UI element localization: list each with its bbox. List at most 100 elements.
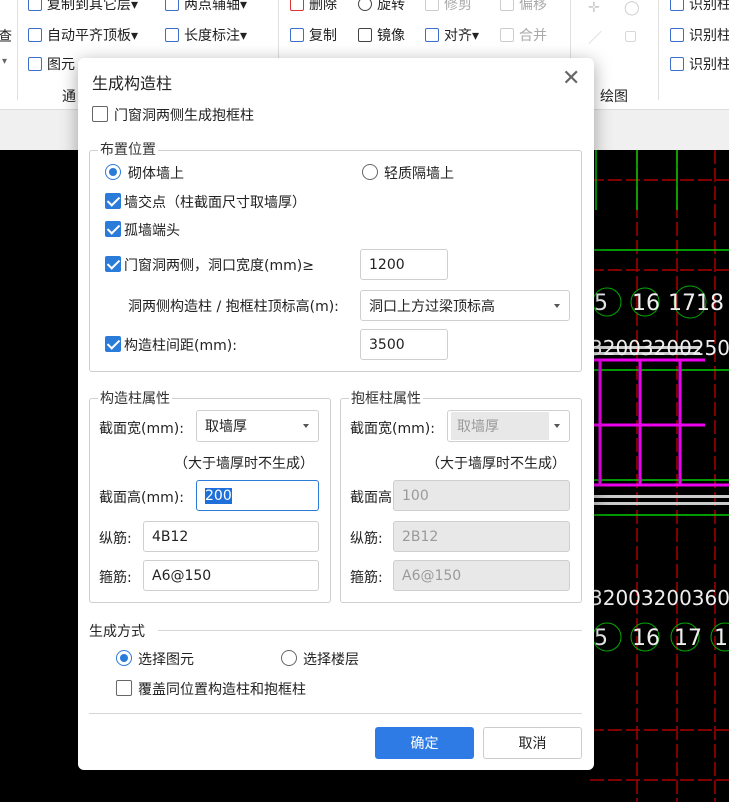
dimension-icon [165, 28, 179, 42]
label: 识别柱 [689, 0, 729, 13]
copy-icon [28, 0, 42, 11]
rotate-button[interactable]: 旋转 [358, 0, 405, 14]
divider [89, 713, 582, 714]
copy-to-floor-button[interactable]: 复制到其它层▾ [28, 0, 138, 14]
overwrite-checkbox[interactable] [116, 680, 132, 696]
opening-width-input[interactable]: 1200 [360, 249, 448, 280]
point-icon[interactable]: ✛ [588, 0, 600, 16]
constr-width-label: 截面宽(mm): [99, 421, 184, 437]
label: 对齐▾ [444, 28, 480, 44]
constr-width-select[interactable]: 取墙厚 [196, 410, 319, 442]
top-elevation-label: 洞两侧构造柱 / 抱框柱顶标高(m): [128, 299, 339, 315]
mirror-icon [358, 28, 372, 42]
group-label-general: 通 [62, 89, 76, 105]
ok-button[interactable]: 确定 [375, 727, 474, 759]
circle-icon[interactable]: ◯ [624, 0, 640, 16]
auto-align-slab-button[interactable]: 自动平齐顶板▾ [28, 25, 138, 45]
masonry-wall-label: 砌体墙上 [128, 166, 184, 182]
masonry-wall-radio[interactable] [105, 164, 121, 180]
gen-frame-column-label: 门窗洞两侧生成抱框柱 [114, 108, 254, 124]
frame-width-select: 取墙厚 [447, 410, 570, 442]
close-icon[interactable]: ✕ [562, 66, 580, 91]
constr-col-title: 构造柱属性 [98, 388, 172, 408]
line-icon[interactable]: ／ [588, 28, 602, 48]
constr-stirrup-input[interactable]: A6@150 [143, 560, 319, 591]
wall-intersection-checkbox[interactable] [105, 193, 121, 209]
spacing-label: 构造柱间距(mm): [124, 338, 237, 354]
label: 图元 [47, 57, 75, 73]
wall-end-label: 孤墙端头 [124, 223, 180, 239]
constr-stirrup-label: 箍筋: [99, 570, 132, 586]
merge-button[interactable]: 合并 [500, 25, 547, 45]
cancel-button[interactable]: 取消 [483, 727, 582, 759]
ribbon-cut-dropdown[interactable]: ▾ [2, 56, 7, 67]
cad-label: 3200320025070 [590, 336, 729, 360]
rotate-icon [358, 0, 372, 11]
copy-button[interactable]: 复制 [290, 25, 337, 45]
identify-icon [670, 0, 684, 11]
mirror-button[interactable]: 镜像 [358, 25, 405, 45]
generate-constructional-column-dialog: 生成构造柱 ✕ 门窗洞两侧生成抱框柱 布置位置 砌体墙上 轻质隔墙上 墙交点（柱… [78, 58, 594, 770]
wall-end-checkbox[interactable] [105, 221, 121, 237]
trim-icon [425, 0, 439, 11]
delete-button[interactable]: 删除 [290, 0, 337, 14]
top-elevation-select[interactable]: 洞口上方过梁顶标高 [360, 290, 570, 321]
copy-icon [290, 28, 304, 42]
cad-label: 16 [632, 291, 660, 316]
trim-button[interactable]: 修剪 [425, 0, 472, 14]
label: 复制 [309, 28, 337, 44]
cad-label: 19 [714, 626, 729, 651]
align-icon [425, 28, 439, 42]
cad-label: 1718 [668, 291, 724, 316]
frame-stirrup-input: A6@150 [393, 560, 570, 591]
label: 复制到其它层▾ [47, 0, 139, 13]
element-button[interactable]: 图元 [28, 54, 75, 74]
frame-long-bar-input: 2B12 [393, 521, 570, 552]
constr-height-input[interactable]: 200 [196, 480, 319, 511]
opening-sides-checkbox[interactable] [105, 256, 121, 272]
label: 长度标注▾ [184, 28, 248, 44]
constr-long-bar-input[interactable]: 4B12 [143, 521, 319, 552]
select-floor-radio[interactable] [281, 650, 297, 666]
two-point-axis-button[interactable]: 两点辅轴▾ [165, 0, 247, 14]
label: 删除 [309, 0, 337, 13]
align-button[interactable]: 对齐▾ [425, 25, 479, 45]
identify-column-button[interactable]: 识别柱 [670, 25, 729, 45]
frame-long-bar-label: 纵筋: [350, 531, 383, 547]
gen-frame-column-checkbox[interactable] [92, 106, 108, 122]
spacing-checkbox[interactable] [105, 336, 121, 352]
wall-intersection-label: 墙交点（柱截面尺寸取墙厚） [124, 195, 306, 211]
length-dimension-button[interactable]: 长度标注▾ [165, 25, 247, 45]
rect-icon[interactable]: ▢ [624, 28, 637, 44]
identify-icon [670, 57, 684, 71]
cad-drawing: 5 16 1718 5 16 17 19 3200320025070 32003… [590, 150, 729, 802]
ribbon-cut-item[interactable]: 查 [0, 26, 12, 46]
label: 镜像 [377, 28, 405, 44]
label: 自动平齐顶板▾ [47, 28, 139, 44]
select-floor-label: 选择楼层 [303, 652, 359, 668]
identify-column-button[interactable]: 识别柱 [670, 0, 729, 14]
label: 修剪 [444, 0, 472, 13]
element-icon [28, 57, 42, 71]
axis-icon [165, 0, 179, 11]
frame-height-input: 100 [393, 480, 570, 511]
cad-label: 5 [594, 291, 608, 316]
identify-column-button[interactable]: 识别柱 [670, 54, 729, 74]
label: 识别柱 [689, 57, 729, 73]
constr-height-label: 截面高(mm): [99, 490, 184, 506]
overwrite-label: 覆盖同位置构造柱和抱框柱 [138, 682, 306, 698]
frame-note: （大于墙厚时不生成） [426, 456, 566, 472]
cad-canvas[interactable]: 5 16 1718 5 16 17 19 3200320025070 32003… [590, 150, 729, 802]
offset-button[interactable]: 偏移 [500, 0, 547, 14]
cad-label: 17 [674, 626, 702, 651]
divider [158, 630, 582, 631]
spacing-input[interactable]: 3500 [360, 329, 448, 360]
label: 两点辅轴▾ [184, 0, 248, 13]
align-top-icon [28, 28, 42, 42]
light-wall-radio[interactable] [362, 164, 378, 180]
label: 合并 [519, 28, 547, 44]
frame-width-label: 截面宽(mm): [350, 421, 435, 437]
constr-note: （大于墙厚时不生成） [174, 456, 314, 472]
select-element-radio[interactable] [116, 650, 132, 666]
identify-icon [670, 28, 684, 42]
